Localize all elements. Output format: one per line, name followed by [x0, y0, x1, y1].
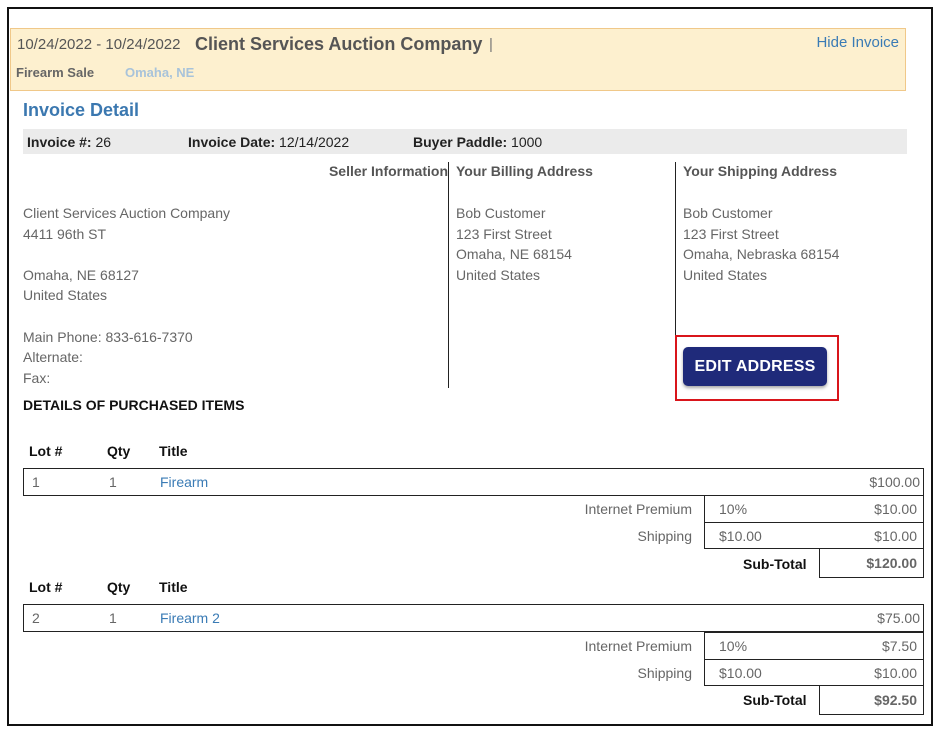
sale-type: Firearm Sale	[16, 65, 95, 80]
invoice-number: Invoice #: 26	[27, 134, 111, 150]
subtotal-label: Sub-Total	[743, 692, 807, 708]
invoice-date: Invoice Date: 12/14/2022	[188, 134, 349, 150]
premium-amount: $7.50	[881, 638, 917, 654]
invoice-summary-bar: Invoice #: 26 Invoice Date: 12/14/2022 B…	[23, 129, 907, 154]
shipping-city: Omaha, Nebraska 68154	[683, 246, 840, 263]
seller-address: Client Services Auction Company 4411 96t…	[23, 203, 230, 388]
invoice-date-value: 12/14/2022	[279, 134, 350, 150]
table-row: 1 1 Firearm $100.00	[23, 468, 924, 496]
seller-heading: Seller Information	[328, 163, 448, 179]
premium-amount: $10.00	[874, 501, 917, 517]
edit-address-button[interactable]: EDIT ADDRESS	[683, 347, 827, 386]
subtotal-label: Sub-Total	[743, 556, 807, 572]
subtotal-value: $92.50	[874, 692, 917, 708]
billing-name: Bob Customer	[456, 205, 546, 221]
shipping-street: 123 First Street	[683, 225, 779, 242]
sale-banner: 10/24/2022 - 10/24/2022 Client Services …	[10, 28, 906, 91]
sale-dates: 10/24/2022 - 10/24/2022	[17, 36, 181, 53]
col-title-header: Title	[159, 579, 188, 595]
shipping-amount: $10.00	[874, 665, 917, 681]
column-divider	[675, 162, 676, 336]
hide-invoice-link[interactable]: Hide Invoice	[816, 34, 899, 51]
invoice-date-label: Invoice Date:	[188, 134, 276, 150]
shipping-country: United States	[683, 266, 768, 283]
item-amount: $75.00	[877, 610, 920, 626]
table-row: 2 1 Firearm 2 $75.00	[23, 604, 924, 632]
buyer-paddle-value: 1000	[511, 134, 543, 150]
item-qty: 1	[109, 474, 117, 490]
item-qty: 1	[109, 610, 117, 626]
seller-name: Client Services Auction Company	[23, 205, 230, 221]
billing-street: 123 First Street	[456, 225, 552, 242]
sale-location: Omaha, NE	[125, 65, 195, 80]
column-divider	[448, 162, 449, 388]
shipping-rate: $10.00	[719, 665, 762, 681]
billing-city: Omaha, NE 68154	[456, 246, 572, 263]
col-title-header: Title	[159, 443, 188, 459]
invoice-number-label: Invoice #:	[27, 134, 92, 150]
subtotal-box: $92.50	[819, 685, 924, 715]
item-lot: 1	[32, 474, 40, 490]
title-separator: |	[489, 36, 493, 53]
shipping-address: Bob Customer 123 First Street Omaha, Neb…	[683, 203, 839, 285]
shipping-heading: Your Shipping Address	[683, 163, 838, 179]
shipping-name: Bob Customer	[683, 205, 773, 221]
premium-label: Internet Premium	[584, 501, 692, 517]
col-qty-header: Qty	[107, 579, 131, 595]
item-title-link[interactable]: Firearm	[160, 474, 208, 490]
fee-box: 10% $10.00 $10.00 $10.00	[704, 495, 924, 549]
buyer-paddle: Buyer Paddle: 1000	[413, 134, 542, 150]
seller-main-phone: Main Phone: 833-616-7370	[23, 328, 193, 345]
col-qty-header: Qty	[107, 443, 131, 459]
billing-country: United States	[456, 266, 541, 283]
premium-label: Internet Premium	[584, 638, 692, 654]
col-lot-header: Lot #	[29, 443, 63, 459]
seller-city: Omaha, NE 68127	[23, 266, 139, 283]
item-title-link[interactable]: Firearm 2	[160, 610, 220, 626]
fee-divider	[705, 522, 923, 523]
fee-divider	[705, 659, 923, 660]
subtotal-box: $120.00	[819, 548, 924, 578]
seller-country: United States	[23, 287, 108, 304]
buyer-paddle-label: Buyer Paddle:	[413, 134, 508, 150]
shipping-label: Shipping	[637, 665, 693, 681]
subtotal-value: $120.00	[866, 555, 917, 571]
item-amount: $100.00	[869, 474, 920, 490]
item-lot: 2	[32, 610, 40, 626]
premium-rate: 10%	[719, 638, 748, 654]
page-title: Invoice Detail	[23, 100, 140, 120]
col-lot-header: Lot #	[29, 579, 63, 595]
shipping-label: Shipping	[637, 528, 693, 544]
billing-address: Bob Customer 123 First Street Omaha, NE …	[456, 203, 572, 285]
premium-rate: 10%	[719, 501, 748, 517]
billing-heading: Your Billing Address	[456, 163, 593, 179]
shipping-amount: $10.00	[874, 528, 917, 544]
seller-alternate: Alternate:	[23, 349, 83, 366]
shipping-rate: $10.00	[719, 528, 762, 544]
details-title: DETAILS OF PURCHASED ITEMS	[23, 397, 245, 413]
seller-fax: Fax:	[23, 369, 51, 386]
company-name: Client Services Auction Company	[195, 34, 483, 54]
invoice-number-value: 26	[95, 134, 112, 150]
fee-box: 10% $7.50 $10.00 $10.00	[704, 632, 924, 686]
seller-street: 4411 96th ST	[23, 225, 107, 242]
